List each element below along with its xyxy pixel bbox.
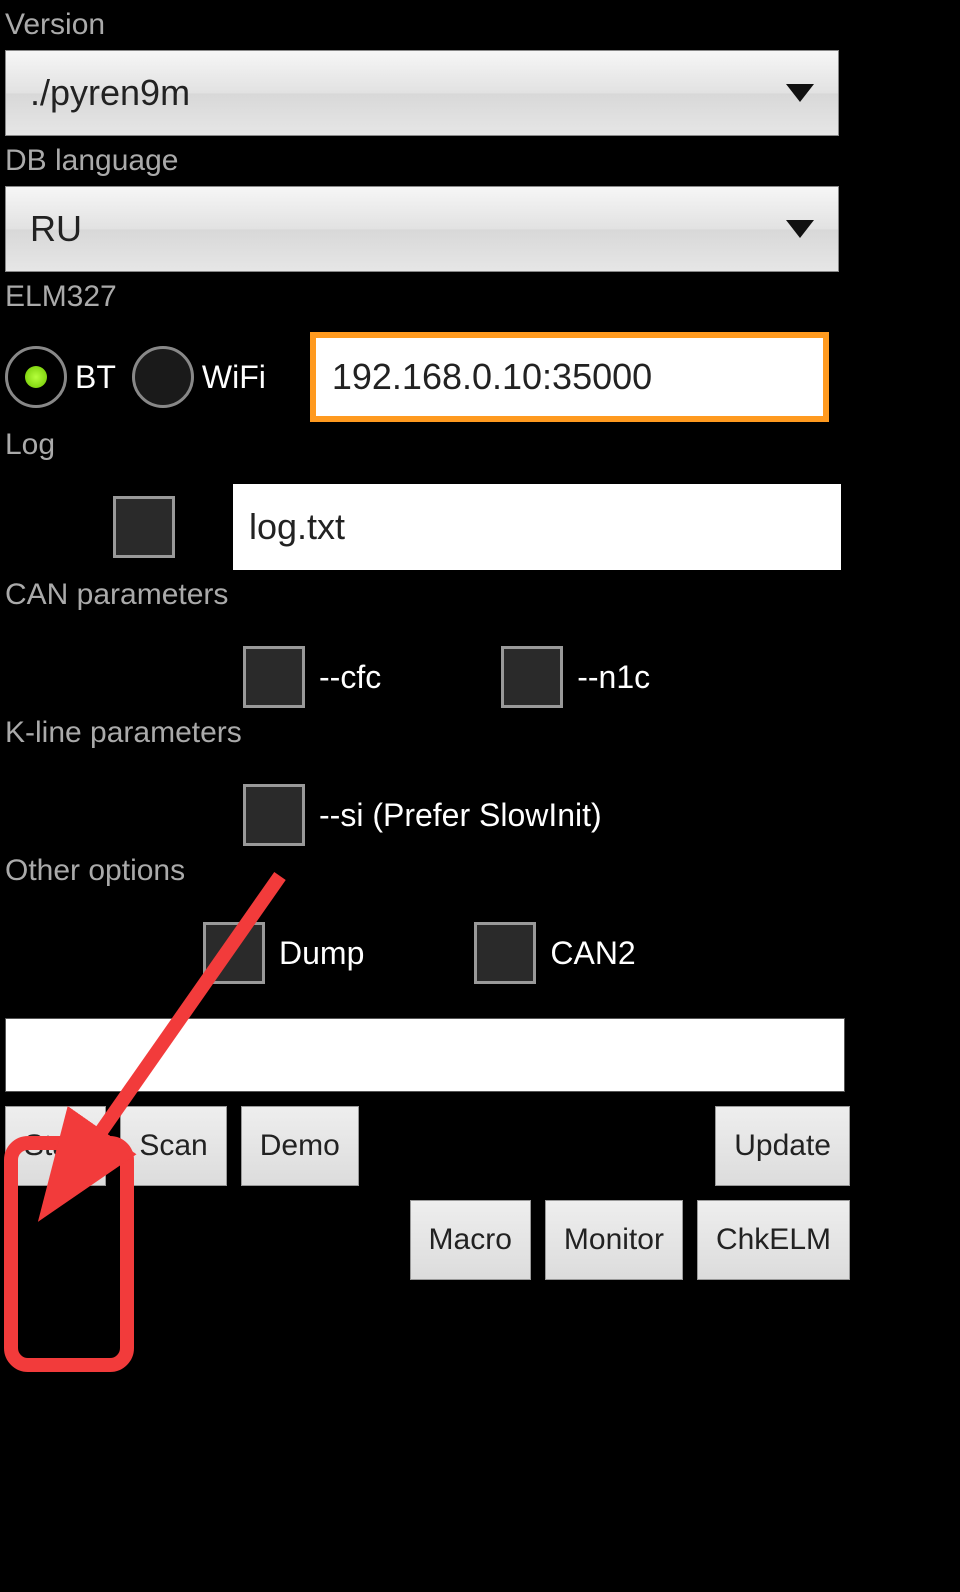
start-button[interactable]: Start — [5, 1106, 106, 1186]
output-textbox[interactable] — [5, 1018, 845, 1092]
kline-parameters-label: K-line parameters — [5, 708, 850, 758]
can2-checkbox[interactable] — [474, 922, 536, 984]
caret-down-icon — [786, 84, 814, 102]
si-checkbox[interactable] — [243, 784, 305, 846]
version-selected: ./pyren9m — [30, 72, 786, 114]
caret-down-icon — [786, 220, 814, 238]
can2-label: CAN2 — [550, 935, 635, 972]
update-button[interactable]: Update — [715, 1106, 850, 1186]
demo-button[interactable]: Demo — [241, 1106, 359, 1186]
cfc-checkbox[interactable] — [243, 646, 305, 708]
cfc-label: --cfc — [319, 659, 381, 696]
wifi-radio[interactable] — [132, 346, 194, 408]
macro-button[interactable]: Macro — [410, 1200, 531, 1280]
log-file-input[interactable] — [233, 484, 841, 570]
bt-radio-label: BT — [75, 359, 116, 396]
db-language-label: DB language — [5, 136, 850, 186]
version-dropdown[interactable]: ./pyren9m — [5, 50, 839, 136]
n1c-checkbox[interactable] — [501, 646, 563, 708]
bt-radio[interactable] — [5, 346, 67, 408]
si-label: --si (Prefer SlowInit) — [319, 797, 602, 834]
db-language-dropdown[interactable]: RU — [5, 186, 839, 272]
version-label: Version — [5, 0, 850, 50]
wifi-radio-label: WiFi — [202, 359, 266, 396]
n1c-label: --n1c — [577, 659, 650, 696]
log-checkbox[interactable] — [113, 496, 175, 558]
db-language-selected: RU — [30, 208, 786, 250]
dump-checkbox[interactable] — [203, 922, 265, 984]
dump-label: Dump — [279, 935, 364, 972]
other-options-label: Other options — [5, 846, 850, 896]
scan-button[interactable]: Scan — [120, 1106, 226, 1186]
elm327-label: ELM327 — [5, 272, 850, 322]
chkelm-button[interactable]: ChkELM — [697, 1200, 850, 1280]
elm327-address-input[interactable] — [312, 334, 827, 420]
log-label: Log — [5, 420, 850, 470]
monitor-button[interactable]: Monitor — [545, 1200, 683, 1280]
can-parameters-label: CAN parameters — [5, 570, 850, 620]
